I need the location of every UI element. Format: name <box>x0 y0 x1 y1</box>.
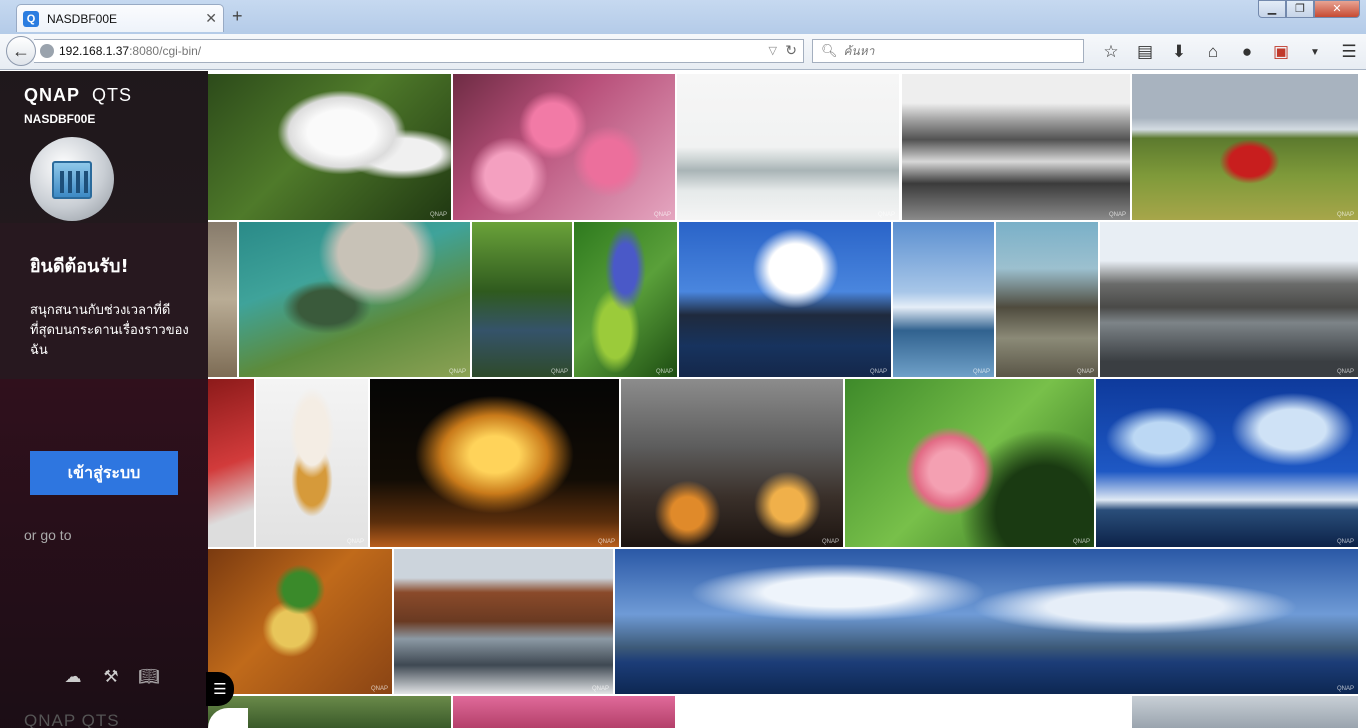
photo-pink-flower-bud: QNAP <box>845 379 1094 547</box>
photo-heart-shaped-weir: QNAP <box>239 222 470 377</box>
back-button[interactable]: ← <box>6 36 36 66</box>
photo-partial-red <box>208 379 254 547</box>
tab-title: NASDBF00E <box>47 11 118 26</box>
reload-icon[interactable]: ↻ <box>785 42 797 59</box>
or-go-to-label: or go to <box>24 527 72 543</box>
photo-moored-yacht: QNAP <box>893 222 994 377</box>
maximize-button[interactable]: ❐ <box>1286 0 1314 18</box>
photo-pink-cherry-blossoms: QNAP <box>453 74 675 220</box>
qnap-logo: QNAP QTS <box>24 85 133 105</box>
new-tab-button[interactable]: + <box>232 6 243 27</box>
photo-rainy-window-city: QNAP <box>621 379 843 547</box>
photo-carousel-at-night: QNAP <box>370 379 619 547</box>
photo-blue-agapanthus: QNAP <box>574 222 677 377</box>
photo-row5-b <box>453 696 675 728</box>
footer-brand: QNAP QTS <box>24 711 120 728</box>
photo-red-tractor-field: QNAP <box>1132 74 1358 220</box>
minimize-button[interactable]: ▁ <box>1258 0 1286 18</box>
welcome-text: สนุกสนานกับช่วงเวลาที่ดีที่สุดบนกระดานเร… <box>30 303 189 358</box>
home-icon[interactable]: ⌂ <box>1196 40 1230 64</box>
search-icon: 🔍︎ <box>821 43 838 58</box>
pdf-icon[interactable]: ▣ <box>1264 40 1298 64</box>
url-host: 192.168.1.37 <box>59 44 130 58</box>
tools-icon[interactable]: ⚒ <box>100 667 122 687</box>
photo-row5-c <box>1132 696 1358 728</box>
close-window-button[interactable]: ✕ <box>1314 0 1360 18</box>
photo-curry-dish: QNAP <box>208 549 392 694</box>
qnap-favicon-icon: Q <box>23 10 39 27</box>
browser-toolbar: ☆ ▤ ⬇ ⌂ ● ▣ ▼ ☰ <box>1094 40 1366 64</box>
photo-panorama-sea-clouds: QNAP <box>615 549 1358 694</box>
photo-brick-warehouse-canal: QNAP <box>394 549 613 694</box>
browser-navbar: 192.168.1.37 :8080/cgi-bin/ ▽ ↻ ← 🔍︎ ☆ ▤… <box>0 34 1366 70</box>
photo-overwater-villa: QNAP <box>679 222 891 377</box>
globe-icon <box>40 44 54 58</box>
bookmarks-list-icon[interactable]: ▤ <box>1128 40 1162 64</box>
quick-links: ☁ ⚒ 📖︎ <box>62 667 160 687</box>
back-arrow-icon: ← <box>12 40 30 61</box>
window-controls: ▁ ❐ ✕ <box>1258 0 1360 18</box>
address-bar[interactable]: 192.168.1.37 :8080/cgi-bin/ ▽ ↻ <box>34 39 804 63</box>
photo-forest-stream: QNAP <box>472 222 572 377</box>
qts-login-page: QNAP QNAP QNAP QNAP QNAP QNAP QNAP QNAP … <box>0 71 1366 728</box>
welcome-title: ยินดีต้อนรับ! <box>30 256 129 277</box>
download-icon[interactable]: ⬇ <box>1162 40 1196 64</box>
star-icon[interactable]: ☆ <box>1094 40 1128 64</box>
url-path: :8080/cgi-bin/ <box>129 44 202 58</box>
cloud-icon[interactable]: ☁ <box>62 667 84 687</box>
photo-blue-sky-coast: QNAP <box>1096 379 1358 547</box>
dropdown-icon[interactable]: ▼ <box>1298 40 1332 64</box>
nas-hostname: NASDBF00E <box>24 112 96 126</box>
photo-rock-reef-channel: QNAP <box>996 222 1098 377</box>
browser-tabstrip: Q NASDBF00E ✕ + ▁ ❐ ✕ <box>0 0 1366 34</box>
login-button[interactable]: เข้าสู่ระบบ <box>30 451 178 495</box>
chat-icon[interactable]: ● <box>1230 40 1264 64</box>
photo-rocky-shore-waves: QNAP <box>902 74 1130 220</box>
close-tab-icon[interactable]: ✕ <box>205 10 217 27</box>
photo-ice-cream-cone: QNAP <box>256 379 368 547</box>
photo-cyclamen-flowers: QNAP <box>208 74 451 220</box>
welcome-box: ยินดีต้อนรับ! สนุกสนานกับช่วงเวลาที่ดีที… <box>0 223 208 379</box>
photo-boats-at-pier: QNAP <box>677 74 899 220</box>
search-box[interactable]: 🔍︎ <box>812 39 1084 63</box>
menu-icon[interactable]: ☰ <box>1332 40 1366 64</box>
photo-partial-left <box>208 222 237 377</box>
nas-device-icon <box>30 137 114 221</box>
book-icon[interactable]: 📖︎ <box>138 667 160 687</box>
photo-gallery: QNAP QNAP QNAP QNAP QNAP QNAP QNAP QNAP … <box>208 71 1366 728</box>
photo-canal-warehouses: QNAP <box>1100 222 1358 377</box>
url-dropdown-icon[interactable]: ▽ <box>769 44 777 57</box>
search-input[interactable] <box>843 44 1074 58</box>
browser-tab[interactable]: Q NASDBF00E ✕ <box>16 4 224 32</box>
login-side-panel: QNAP QTS NASDBF00E ยินดีต้อนรับ! สนุกสนา… <box>0 71 208 728</box>
